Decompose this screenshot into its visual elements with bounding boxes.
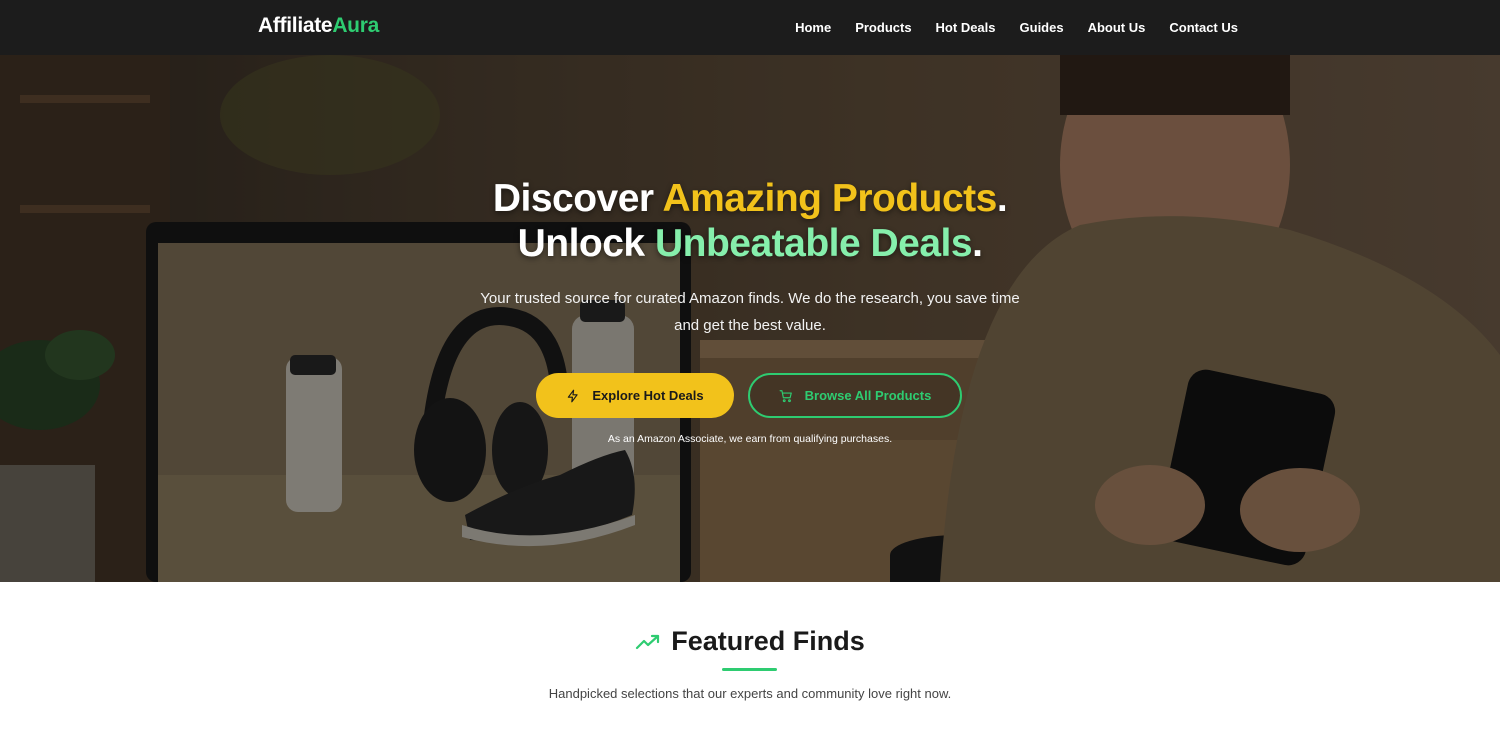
nav-link-about-us[interactable]: About Us	[1088, 20, 1146, 35]
brand-logo[interactable]: AffiliateAura	[258, 14, 379, 38]
affiliate-disclaimer: As an Amazon Associate, we earn from qua…	[607, 433, 893, 445]
featured-section: Featured Finds Handpicked selections tha…	[0, 582, 1500, 754]
nav-link-contact-us[interactable]: Contact Us	[1169, 20, 1238, 35]
brand-name-part1: Affiliate	[258, 14, 333, 37]
explore-hot-deals-button[interactable]: Explore Hot Deals	[536, 373, 734, 418]
nav-link-home[interactable]: Home	[795, 20, 831, 35]
nav-links: Home Products Hot Deals Guides About Us …	[795, 0, 1238, 55]
nav-link-guides[interactable]: Guides	[1020, 20, 1064, 35]
hero-subtitle: Your trusted source for curated Amazon f…	[480, 290, 1020, 334]
headline-part: Discover	[492, 177, 663, 220]
headline-part: .	[972, 222, 983, 265]
explore-hot-deals-label: Explore Hot Deals	[592, 388, 704, 403]
trending-up-icon	[636, 634, 660, 649]
featured-subtitle: Handpicked selections that our experts a…	[548, 686, 952, 701]
hero-section: Discover Amazing Products. Unlock Unbeat…	[0, 55, 1500, 582]
brand-name-part2: Aura	[332, 14, 379, 37]
headline-highlight-yellow: Amazing Products	[662, 177, 997, 220]
headline-part: .	[996, 177, 1008, 220]
featured-title-underline	[722, 668, 777, 671]
nav-link-products[interactable]: Products	[855, 20, 911, 35]
headline-part: Unlock	[517, 222, 655, 265]
top-nav: AffiliateAura Home Products Hot Deals Gu…	[0, 0, 1500, 55]
lightning-icon	[568, 389, 579, 402]
browse-all-products-button[interactable]: Browse All Products	[748, 373, 962, 418]
cart-icon	[779, 389, 792, 402]
featured-title-row: Featured Finds	[0, 626, 1500, 657]
nav-link-hot-deals[interactable]: Hot Deals	[936, 20, 996, 35]
browse-all-products-label: Browse All Products	[804, 388, 932, 403]
featured-title: Featured Finds	[671, 626, 865, 656]
hero-headline-line2: Unlock Unbeatable Deals.	[0, 222, 1500, 266]
hero-headline-line1: Discover Amazing Products.	[0, 177, 1500, 221]
headline-highlight-green: Unbeatable Deals	[654, 222, 973, 265]
